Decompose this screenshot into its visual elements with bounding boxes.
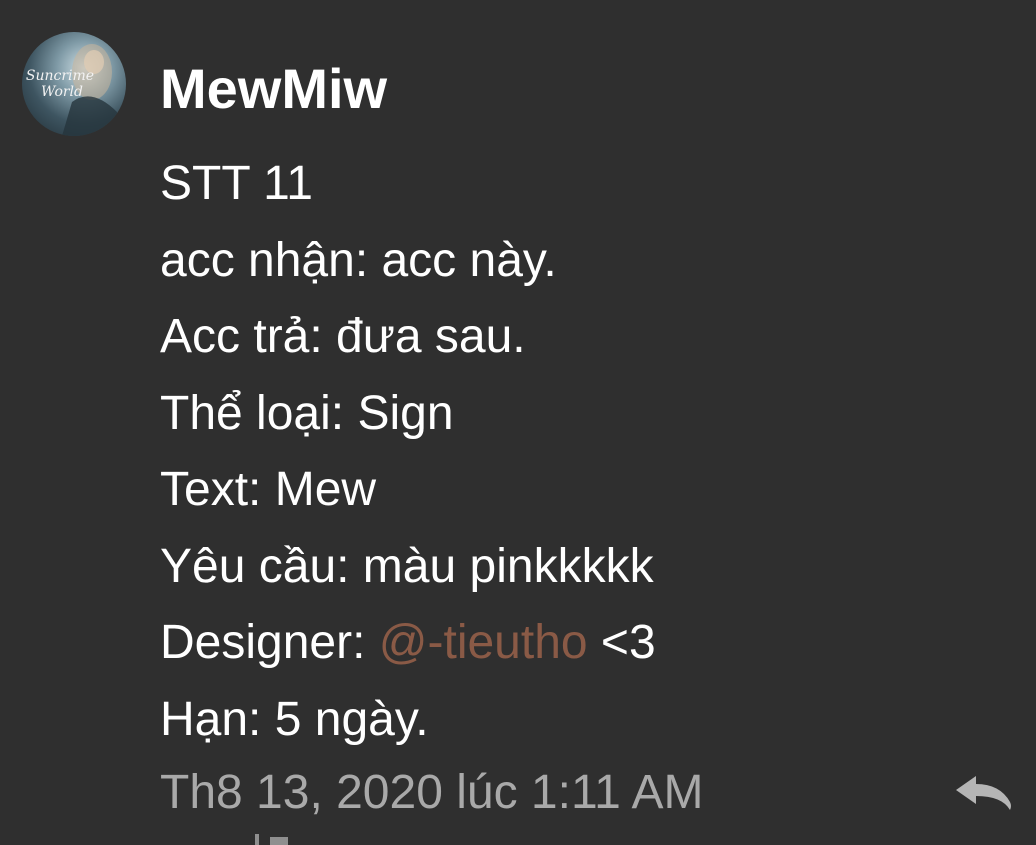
designer-label: Designer:	[160, 616, 379, 669]
comment-card: Suncrime World MewMiw STT 11 acc nhận: a…	[0, 0, 1036, 845]
avatar-text-2: World	[41, 84, 83, 100]
avatar-text-1: Suncrime	[26, 68, 94, 84]
reply-button[interactable]	[950, 770, 1020, 820]
next-comment-partial	[160, 832, 300, 845]
comment-line-3: Acc trả: đưa sau.	[160, 310, 526, 363]
user-mention-link[interactable]: @-tieutho	[379, 616, 588, 669]
comment-line-6: Yêu cầu: màu pinkkkkk	[160, 539, 654, 593]
comment-line-2: acc nhận: acc này.	[160, 233, 557, 287]
comment-author[interactable]: MewMiw	[160, 55, 387, 123]
comment-line-1: STT 11	[160, 157, 313, 210]
designer-suffix: <3	[587, 616, 656, 669]
comment-timestamp: Th8 13, 2020 lúc 1:11 AM	[160, 766, 704, 819]
avatar[interactable]: Suncrime World	[22, 32, 126, 136]
comment-line-4: Thể loại: Sign	[160, 386, 454, 440]
avatar-image: Suncrime World	[26, 44, 117, 136]
reply-icon	[956, 776, 1011, 810]
comment-line-8: Hạn: 5 ngày.	[160, 692, 429, 746]
comment-line-7: Designer: @-tieutho <3	[160, 605, 940, 682]
comment-line-5: Text: Mew	[160, 463, 377, 516]
comment-body: STT 11 acc nhận: acc này. Acc trả: đưa s…	[160, 146, 940, 758]
